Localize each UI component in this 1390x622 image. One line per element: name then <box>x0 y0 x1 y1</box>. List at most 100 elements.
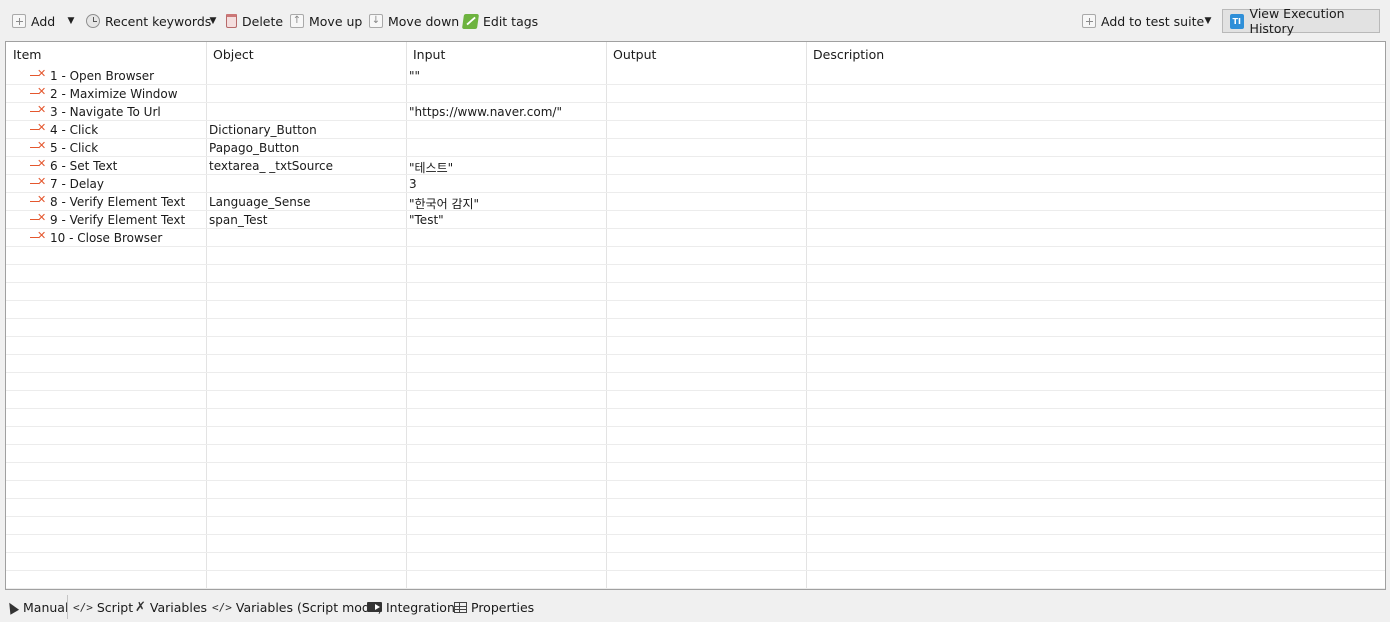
table-row[interactable]: ✕ 3 - Navigate To Url "https://www.naver.c… <box>6 103 1385 121</box>
recent-keywords-dropdown-button[interactable]: ▼ <box>206 11 220 31</box>
recent-keywords-label: Recent keywords <box>105 13 212 29</box>
tab-integration[interactable]: Integration <box>367 597 455 617</box>
cell-input[interactable]: "" <box>409 69 420 83</box>
cell-item[interactable]: 9 - Verify Element Text <box>50 213 185 227</box>
tab-script[interactable]: </> Script <box>73 597 133 617</box>
table-row <box>6 283 1385 301</box>
cell-input[interactable]: "Test" <box>409 213 444 227</box>
tab-script-label: Script <box>96 599 134 615</box>
table-row[interactable]: ✕ 5 - Click Papago_Button <box>6 139 1385 157</box>
table-row <box>6 319 1385 337</box>
step-keyword-icon: ✕ <box>30 121 46 135</box>
add-to-test-suite-dropdown-button[interactable]: ▼ <box>1201 11 1215 31</box>
cell-input[interactable]: 3 <box>409 177 417 191</box>
table-row <box>6 391 1385 409</box>
cell-item[interactable]: 5 - Click <box>50 141 98 155</box>
cell-item[interactable]: 2 - Maximize Window <box>50 87 178 101</box>
table-row <box>6 481 1385 499</box>
chevron-down-icon: ▼ <box>67 16 75 26</box>
table-header: Item Object Input Output Description <box>6 42 1385 67</box>
table-row[interactable]: ✕ 4 - Click Dictionary_Button <box>6 121 1385 139</box>
step-keyword-icon: ✕ <box>30 139 46 153</box>
cursor-icon <box>4 599 20 615</box>
cell-item[interactable]: 3 - Navigate To Url <box>50 105 161 119</box>
cell-input[interactable]: "테스트" <box>409 159 453 176</box>
table-row <box>6 553 1385 571</box>
cell-item[interactable]: 7 - Delay <box>50 177 104 191</box>
table-row <box>6 409 1385 427</box>
table-row[interactable]: ✕ 2 - Maximize Window <box>6 85 1385 103</box>
tab-properties-label: Properties <box>471 599 535 615</box>
column-header-output[interactable]: Output <box>613 47 656 62</box>
cell-input[interactable]: "https://www.naver.com/" <box>409 105 562 119</box>
table-row[interactable]: ✕ 8 - Verify Element Text Language_Sense "한… <box>6 193 1385 211</box>
step-keyword-icon: ✕ <box>30 85 46 99</box>
cell-object[interactable]: span_Test <box>209 213 267 227</box>
tab-variables-script-mode-label: Variables (Script mode) <box>235 599 383 615</box>
pencil-icon <box>461 13 480 29</box>
delete-button[interactable]: Delete <box>226 11 283 31</box>
move-up-label: Move up <box>309 13 363 29</box>
move-down-button[interactable]: ↓ Move down <box>369 11 459 31</box>
cell-item[interactable]: 4 - Click <box>50 123 98 137</box>
tab-variables-label: Variables <box>149 599 208 615</box>
column-header-input[interactable]: Input <box>413 47 445 62</box>
table-row[interactable]: ✕ 10 - Close Browser <box>6 229 1385 247</box>
table-row <box>6 535 1385 553</box>
arrow-up-icon: ↑ <box>290 14 304 28</box>
cell-item[interactable]: 8 - Verify Element Text <box>50 195 185 209</box>
arrow-down-icon: ↓ <box>369 14 383 28</box>
table-row[interactable]: ✕ 1 - Open Browser "" <box>6 67 1385 85</box>
table-row[interactable]: ✕ 7 - Delay 3 <box>6 175 1385 193</box>
cell-object[interactable]: textarea_ _txtSource <box>209 159 333 173</box>
cell-object[interactable]: Papago_Button <box>209 141 299 155</box>
code-icon: </> <box>73 600 93 614</box>
plus-icon <box>1082 14 1096 28</box>
clock-icon <box>86 14 100 28</box>
tab-variables[interactable]: ✗ Variables <box>135 597 207 617</box>
step-keyword-icon: ✕ <box>30 193 46 207</box>
add-button[interactable]: Add <box>12 11 55 31</box>
cell-item[interactable]: 6 - Set Text <box>50 159 117 173</box>
cell-object[interactable]: Language_Sense <box>209 195 310 209</box>
history-icon: TI <box>1230 13 1244 29</box>
tab-variables-script-mode[interactable]: </> Variables (Script mode) <box>212 597 382 617</box>
table-row <box>6 517 1385 535</box>
step-keyword-icon: ✕ <box>30 229 46 243</box>
table-row[interactable]: ✕ 6 - Set Text textarea_ _txtSource "테스트" <box>6 157 1385 175</box>
add-dropdown-button[interactable]: ▼ <box>64 11 78 31</box>
column-header-description[interactable]: Description <box>813 47 884 62</box>
row-divider <box>6 588 1385 589</box>
cell-item[interactable]: 10 - Close Browser <box>50 231 162 245</box>
tab-manual[interactable]: Manual <box>4 597 68 617</box>
add-to-test-suite-label: Add to test suite <box>1101 13 1205 29</box>
table-row <box>6 427 1385 445</box>
tab-integration-label: Integration <box>386 599 455 615</box>
table-icon <box>454 601 467 613</box>
column-header-object[interactable]: Object <box>213 47 254 62</box>
cell-item[interactable]: 1 - Open Browser <box>50 69 154 83</box>
add-to-test-suite-button[interactable]: Add to test suite <box>1082 11 1204 31</box>
column-header-item[interactable]: Item <box>13 47 41 62</box>
cell-input[interactable]: "한국어 감지" <box>409 195 479 212</box>
step-keyword-icon: ✕ <box>30 157 46 171</box>
view-execution-history-label: View Execution History <box>1249 6 1345 36</box>
variable-icon: ✗ <box>135 599 146 615</box>
move-up-button[interactable]: ↑ Move up <box>290 11 362 31</box>
edit-tags-button[interactable]: Edit tags <box>461 11 538 31</box>
view-execution-history-button[interactable]: TI View Execution History <box>1222 6 1380 36</box>
table-row <box>6 355 1385 373</box>
editor-tabs: Manual </> Script ✗ Variables </> Variab… <box>0 594 1390 622</box>
step-keyword-icon: ✕ <box>30 103 46 117</box>
table-row[interactable]: ✕ 9 - Verify Element Text span_Test "Test" <box>6 211 1385 229</box>
trash-icon <box>226 14 237 28</box>
recent-keywords-button[interactable]: Recent keywords <box>86 11 211 31</box>
tab-properties[interactable]: Properties <box>454 597 534 617</box>
table-row <box>6 463 1385 481</box>
toolbar: Add ▼ Recent keywords ▼ Delete ↑ Move up… <box>0 0 1390 40</box>
step-keyword-icon: ✕ <box>30 67 46 81</box>
table-row <box>6 571 1385 589</box>
cell-object[interactable]: Dictionary_Button <box>209 123 317 137</box>
step-keyword-icon: ✕ <box>30 175 46 189</box>
integration-icon <box>367 602 382 612</box>
